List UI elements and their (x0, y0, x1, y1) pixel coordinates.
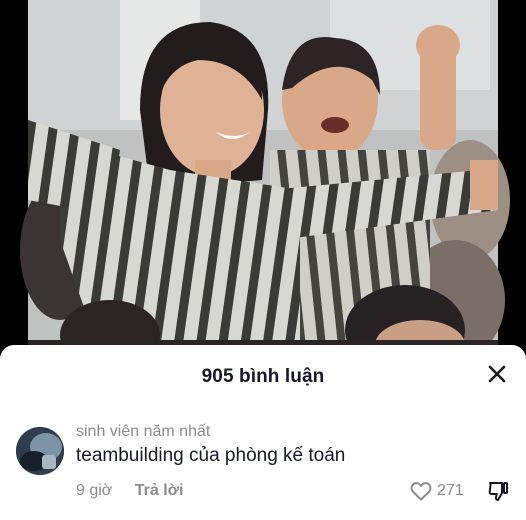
comment-time: 9 giờ (76, 482, 113, 499)
comments-count-title: 905 bình luận (201, 366, 325, 387)
heart-outline-icon[interactable] (409, 479, 433, 503)
comment-meta: 9 giờ Trả lời (76, 482, 183, 500)
video-frame[interactable] (0, 0, 526, 352)
thumbs-down-icon[interactable] (486, 479, 510, 503)
comment-text: teambuilding của phòng kế toán (76, 445, 346, 466)
like-count: 271 (437, 482, 464, 499)
reply-button[interactable]: Trả lời (135, 482, 184, 499)
close-icon[interactable] (486, 363, 508, 385)
comment-item: sinh viên năm nhất teambuilding của phòn… (0, 423, 526, 520)
comment-username[interactable]: sinh viên năm nhất (76, 423, 210, 441)
avatar[interactable] (16, 427, 64, 475)
comments-sheet: 905 bình luận sinh viên năm nhất teambui… (0, 345, 526, 520)
video-image (0, 0, 526, 352)
